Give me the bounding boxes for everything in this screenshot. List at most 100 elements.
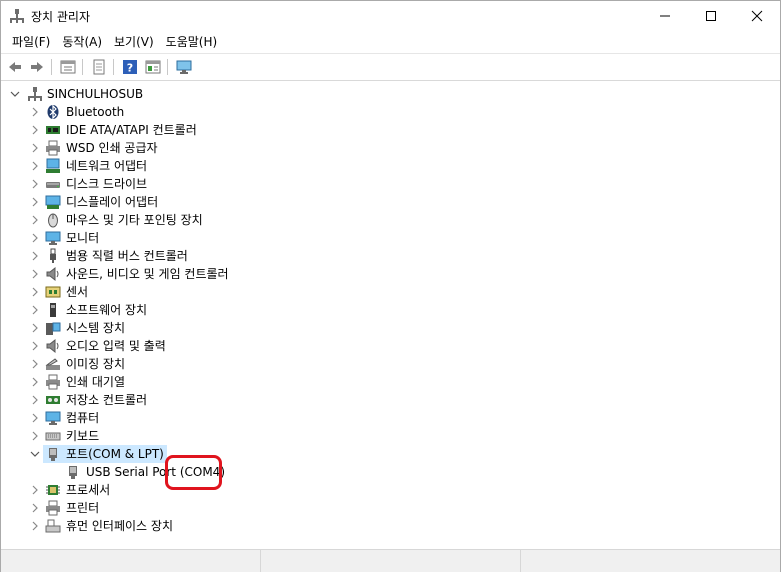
chevron-right-icon[interactable] [29,391,41,409]
chevron-right-icon[interactable] [29,193,41,211]
tree-item-18[interactable]: 키보드 [1,427,501,445]
tree-item-label: 소프트웨어 장치 [66,303,148,317]
document-button[interactable] [90,58,108,76]
tree-item-19[interactable]: 포트(COM & LPT) [1,445,501,463]
computer-icon [45,411,61,425]
keyboard-icon [45,432,61,441]
tree-item-10[interactable]: 센서 [1,283,501,301]
menu-action[interactable]: 동작(A) [56,32,108,52]
tree-item-3[interactable]: 네트워크 어댑터 [1,157,501,175]
tree-item-label: 프린터 [66,501,100,515]
monitor-icon [45,231,61,245]
chevron-right-icon[interactable] [29,283,41,301]
chevron-right-icon[interactable] [29,265,41,283]
chevron-right-icon[interactable] [29,139,41,157]
chevron-right-icon[interactable] [29,427,41,445]
tree-item-7[interactable]: 모니터 [1,229,501,247]
tree-item-label: 시스템 장치 [66,321,126,335]
toolbar: ? [1,53,780,81]
maximize-button[interactable] [688,1,734,31]
printer-icon [46,140,60,156]
close-button[interactable] [734,1,780,31]
chevron-right-icon[interactable] [29,517,41,535]
chevron-right-icon[interactable] [29,499,41,517]
tree-item-1[interactable]: IDE ATA/ATAPI 컨트롤러 [1,121,501,139]
tree-item-15[interactable]: 인쇄 대기열 [1,373,501,391]
toolbar-separator [51,59,52,75]
tree-item-4[interactable]: 디스크 드라이브 [1,175,501,193]
tree-item-label: 네트워크 어댑터 [66,159,148,173]
mouse-icon [48,213,58,228]
tree-item-0[interactable]: Bluetooth [1,103,501,121]
menu-help[interactable]: 도움말(H) [160,32,224,52]
chevron-right-icon[interactable] [29,355,41,373]
annotation-highlight-box [165,455,222,490]
maximize-icon [706,11,716,21]
tree-item-label: 프로세서 [66,483,111,497]
chevron-down-icon[interactable] [9,85,21,103]
scan-hardware-button[interactable] [175,58,193,76]
status-cell [261,550,521,572]
chevron-right-icon[interactable] [29,247,41,265]
tree-item-label: 컴퓨터 [66,411,100,425]
imaging-device-icon [45,358,60,370]
tree-item-label: 모니터 [66,231,100,245]
action-button[interactable] [144,58,162,76]
tree-item-8[interactable]: 범용 직렬 버스 컨트롤러 [1,247,501,265]
chevron-right-icon[interactable] [29,175,41,193]
tree-root[interactable]: SINCHULHOSUB [1,85,301,103]
tree-item-12[interactable]: 시스템 장치 [1,319,501,337]
svg-text:?: ? [127,62,133,75]
tree-item-label: 이미징 장치 [66,357,126,371]
tree-root-label: SINCHULHOSUB [47,87,144,101]
network-adapter-icon [46,158,60,173]
ide-controller-icon [46,126,60,134]
tree-item-5[interactable]: 디스플레이 어댑터 [1,193,501,211]
forward-button[interactable] [28,58,46,76]
tree-item-label: 포트(COM & LPT) [66,447,164,461]
chevron-right-icon[interactable] [29,481,41,499]
chevron-right-icon[interactable] [29,211,41,229]
menu-bar: 파일(F) 동작(A) 보기(V) 도움말(H) [1,31,780,53]
close-icon [751,10,763,22]
properties-button[interactable] [59,58,77,76]
chevron-right-icon[interactable] [29,301,41,319]
menu-view[interactable]: 보기(V) [108,32,160,52]
tree-item-2[interactable]: WSD 인쇄 공급자 [1,139,501,157]
chevron-right-icon[interactable] [29,409,41,427]
toolbar-separator [82,59,83,75]
tree-item-6[interactable]: 마우스 및 기타 포인팅 장치 [1,211,501,229]
tree-item-9[interactable]: 사운드, 비디오 및 게임 컨트롤러 [1,265,501,283]
minimize-button[interactable] [642,1,688,31]
tree-item-16[interactable]: 저장소 컨트롤러 [1,391,501,409]
tree-item-11[interactable]: 소프트웨어 장치 [1,301,501,319]
tree-item-label: 센서 [66,285,89,299]
help-button[interactable]: ? [121,58,139,76]
chevron-right-icon[interactable] [29,337,41,355]
chevron-right-icon[interactable] [29,229,41,247]
tree-item-14[interactable]: 이미징 장치 [1,355,501,373]
status-cell [1,550,261,572]
monitor-scan-icon [176,60,192,74]
software-device-icon [50,303,56,317]
chevron-right-icon[interactable] [29,319,41,337]
usb-icon [50,248,56,263]
back-button[interactable] [6,58,24,76]
chevron-right-icon[interactable] [29,121,41,139]
chevron-right-icon[interactable] [29,103,41,121]
tree-child-item[interactable]: USB Serial Port (COM4) [1,463,501,481]
tree-item-22[interactable]: 휴먼 인터페이스 장치 [1,517,501,535]
window-title: 장치 관리자 [31,10,91,24]
computer-root-icon [28,87,42,101]
chevron-down-icon[interactable] [29,445,41,463]
tree-item-label: 저장소 컨트롤러 [66,393,148,407]
tree-item-20[interactable]: 프로세서 [1,481,501,499]
tree-item-21[interactable]: 프린터 [1,499,501,517]
tree-item-label: 오디오 입력 및 출력 [66,339,166,353]
tree-item-13[interactable]: 오디오 입력 및 출력 [1,337,501,355]
menu-file[interactable]: 파일(F) [6,32,56,52]
minimize-icon [660,15,670,17]
chevron-right-icon[interactable] [29,157,41,175]
chevron-right-icon[interactable] [29,373,41,391]
tree-item-17[interactable]: 컴퓨터 [1,409,501,427]
